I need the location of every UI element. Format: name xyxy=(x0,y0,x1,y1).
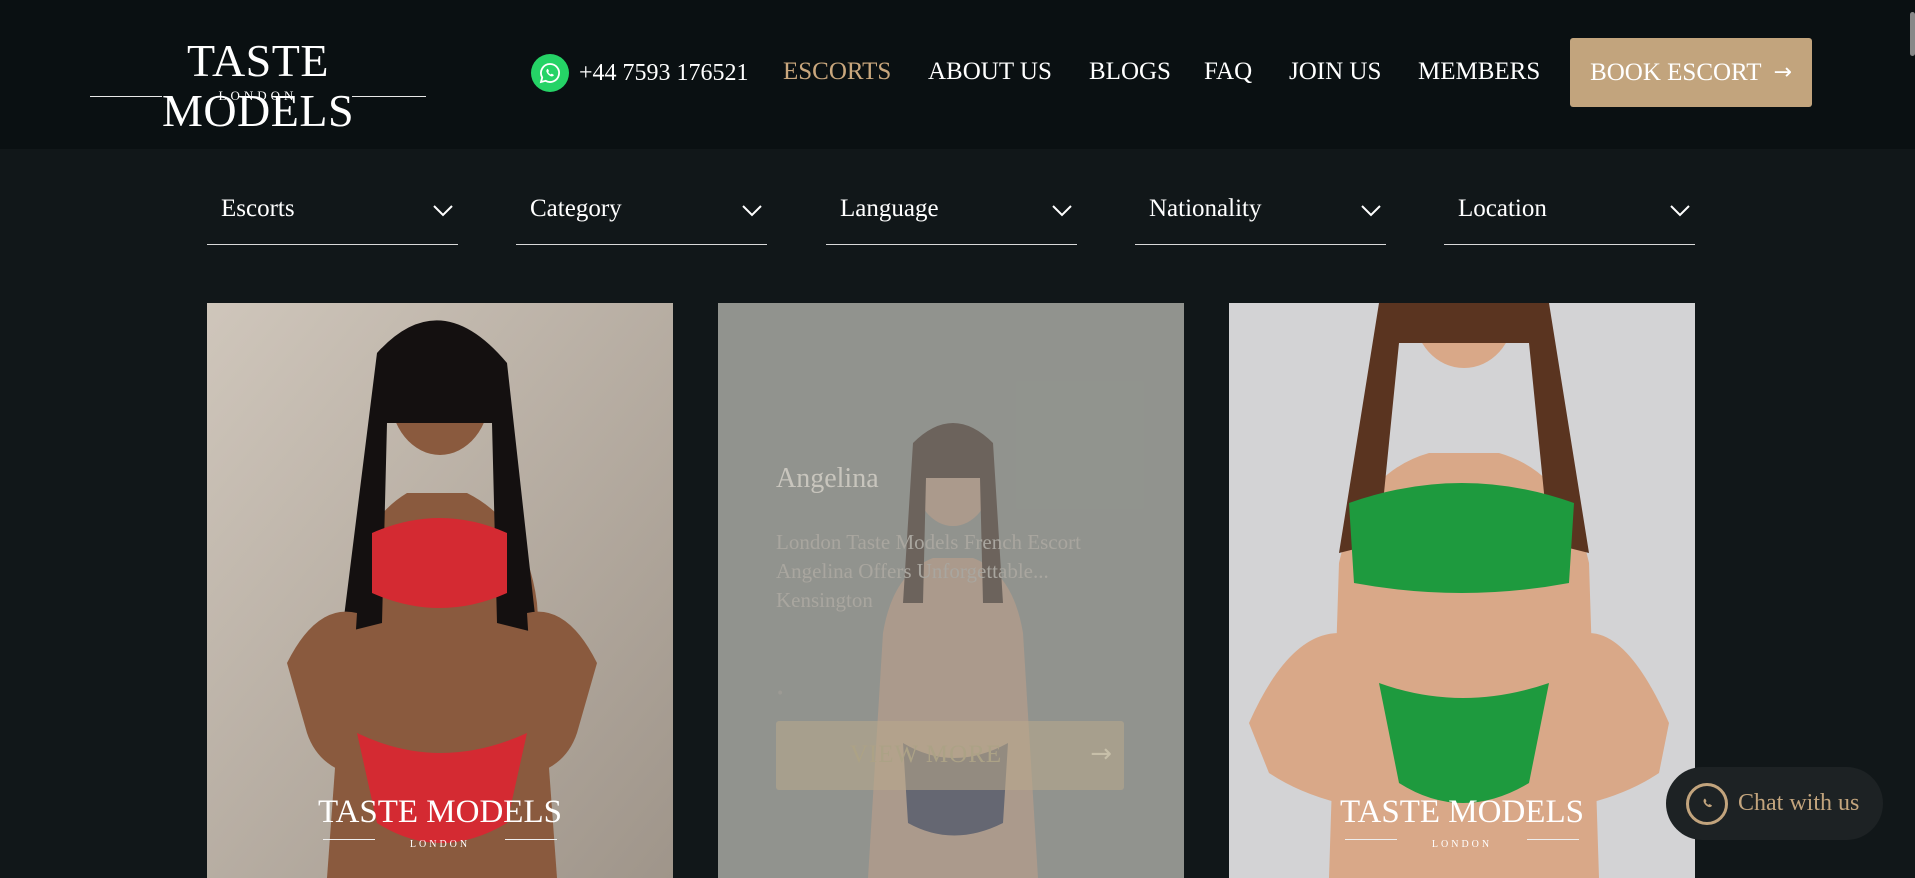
model-name: Angelina xyxy=(776,463,879,494)
filter-label: Escorts xyxy=(221,195,295,222)
view-more-button[interactable]: VIEW MORE → xyxy=(776,721,1124,790)
book-escort-button[interactable]: BOOK ESCORT → xyxy=(1570,38,1812,107)
model-card-angelina[interactable]: Angelina London Taste Models French Esco… xyxy=(718,303,1184,878)
arrow-right-icon: → xyxy=(1090,739,1112,769)
filter-language[interactable]: Language xyxy=(826,190,1077,245)
card-watermark: TASTE MODELS LONDON xyxy=(1229,794,1695,850)
model-card[interactable]: TASTE MODELS LONDON xyxy=(207,303,673,878)
logo-subtitle-row: LONDON xyxy=(90,88,426,104)
watermark-subtitle-row: LONDON xyxy=(1229,832,1695,850)
model-card[interactable]: TASTE MODELS LONDON xyxy=(1229,303,1695,878)
logo-divider-right xyxy=(352,96,426,97)
chat-label: Chat with us xyxy=(1738,790,1860,816)
whatsapp-icon xyxy=(1686,782,1728,825)
model-photo xyxy=(1229,303,1695,878)
filter-nationality[interactable]: Nationality xyxy=(1135,190,1386,245)
watermark-divider-right xyxy=(505,839,557,840)
model-description: London Taste Models French Escort Angeli… xyxy=(776,530,1081,612)
chevron-down-icon xyxy=(1361,205,1381,217)
phone-link[interactable]: +44 7593 176521 xyxy=(531,53,749,93)
nav-join-us[interactable]: JOIN US xyxy=(1289,52,1381,92)
model-photo xyxy=(207,303,673,878)
filter-location[interactable]: Location xyxy=(1444,190,1695,245)
filter-label: Category xyxy=(530,195,622,222)
scrollbar-thumb[interactable] xyxy=(1910,12,1915,56)
nav-faq[interactable]: FAQ xyxy=(1204,52,1252,92)
logo-title: TASTE MODELS xyxy=(161,35,355,136)
chevron-down-icon xyxy=(1052,205,1072,217)
chevron-down-icon xyxy=(433,205,453,217)
nav-about-us[interactable]: ABOUT US xyxy=(928,52,1052,92)
chevron-down-icon xyxy=(1670,205,1690,217)
phone-number: +44 7593 176521 xyxy=(579,59,749,86)
watermark-divider-left xyxy=(323,839,375,840)
chevron-down-icon xyxy=(742,205,762,217)
nav-members[interactable]: MEMBERS xyxy=(1418,52,1540,92)
watermark-title: TASTE MODELS xyxy=(318,794,562,830)
filter-label: Location xyxy=(1458,195,1547,222)
watermark-subtitle-row: LONDON xyxy=(207,832,673,850)
nav-escorts[interactable]: ESCORTS xyxy=(783,52,891,92)
site-header: TASTE MODELS LONDON +44 7593 176521 ESCO… xyxy=(0,0,1915,149)
filter-label: Language xyxy=(840,195,939,222)
whatsapp-icon xyxy=(531,54,569,92)
watermark-divider-right xyxy=(1527,839,1579,840)
chat-widget-button[interactable]: Chat with us xyxy=(1666,767,1883,840)
nav-blogs[interactable]: BLOGS xyxy=(1089,52,1171,92)
card-watermark: TASTE MODELS LONDON xyxy=(207,794,673,850)
view-more-label: VIEW MORE xyxy=(849,741,1003,768)
watermark-subtitle: LONDON xyxy=(409,839,471,850)
filter-escorts[interactable]: Escorts xyxy=(207,190,458,245)
watermark-divider-left xyxy=(1345,839,1397,840)
watermark-subtitle: LONDON xyxy=(1431,839,1493,850)
filter-category[interactable]: Category xyxy=(516,190,767,245)
book-escort-label: BOOK ESCORT xyxy=(1590,58,1762,86)
bullet-dot: • xyxy=(776,686,785,702)
arrow-right-icon: → xyxy=(1773,60,1792,85)
site-logo[interactable]: TASTE MODELS LONDON xyxy=(90,36,426,136)
filter-label: Nationality xyxy=(1149,195,1262,222)
watermark-title: TASTE MODELS xyxy=(1340,794,1584,830)
